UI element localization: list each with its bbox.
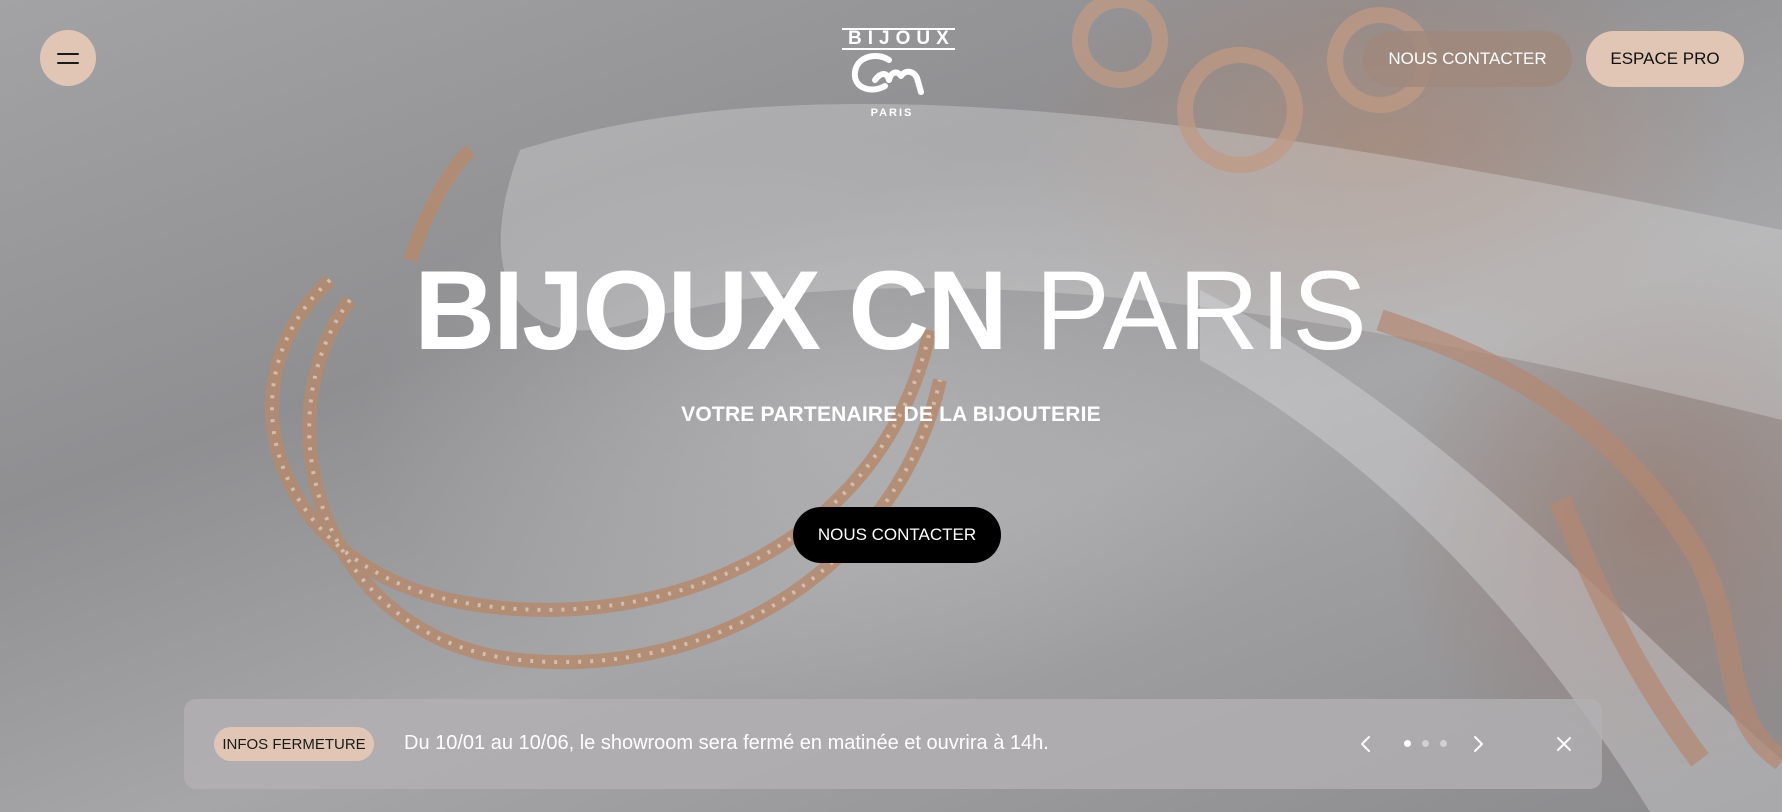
menu-button[interactable] (40, 30, 96, 86)
contact-button-header[interactable]: NOUS CONTACTER (1363, 31, 1572, 87)
pagination-dot[interactable] (1440, 740, 1447, 747)
espace-pro-button[interactable]: ESPACE PRO (1586, 31, 1744, 87)
logo-city: PARIS (870, 107, 914, 119)
contact-cta-button[interactable]: NOUS CONTACTER (793, 507, 1001, 563)
pagination-dot[interactable] (1404, 740, 1411, 747)
closure-message: Du 10/01 au 10/06, le showroom sera ferm… (404, 732, 1049, 754)
logo-wordmark: BIJOUX (842, 28, 955, 50)
hamburger-menu-icon-line (57, 61, 79, 64)
banner-pagination (1404, 740, 1447, 747)
closure-info-banner: INFOS FERMETURE Du 10/01 au 10/06, le sh… (184, 699, 1602, 789)
hero-title-city: PARIS (1035, 248, 1368, 373)
banner-next-button[interactable] (1462, 728, 1494, 760)
logo-monogram-icon (851, 53, 924, 95)
banner-close-button[interactable] (1548, 728, 1580, 760)
closure-badge: INFOS FERMETURE (214, 727, 374, 761)
pagination-dot[interactable] (1422, 740, 1429, 747)
chevron-right-icon (1474, 736, 1483, 752)
hero-subtitle: VOTRE PARTENAIRE DE LA BIJOUTERIE (681, 403, 1101, 426)
banner-prev-button[interactable] (1350, 728, 1382, 760)
hero-title-brand: BIJOUX CN (414, 248, 1008, 373)
chevron-left-icon (1361, 736, 1370, 752)
brand-logo[interactable]: BIJOUX PARIS (842, 28, 955, 128)
hamburger-menu-icon (57, 52, 79, 55)
hero-title: BIJOUX CN PARIS (0, 246, 1782, 376)
close-icon (1557, 737, 1571, 751)
